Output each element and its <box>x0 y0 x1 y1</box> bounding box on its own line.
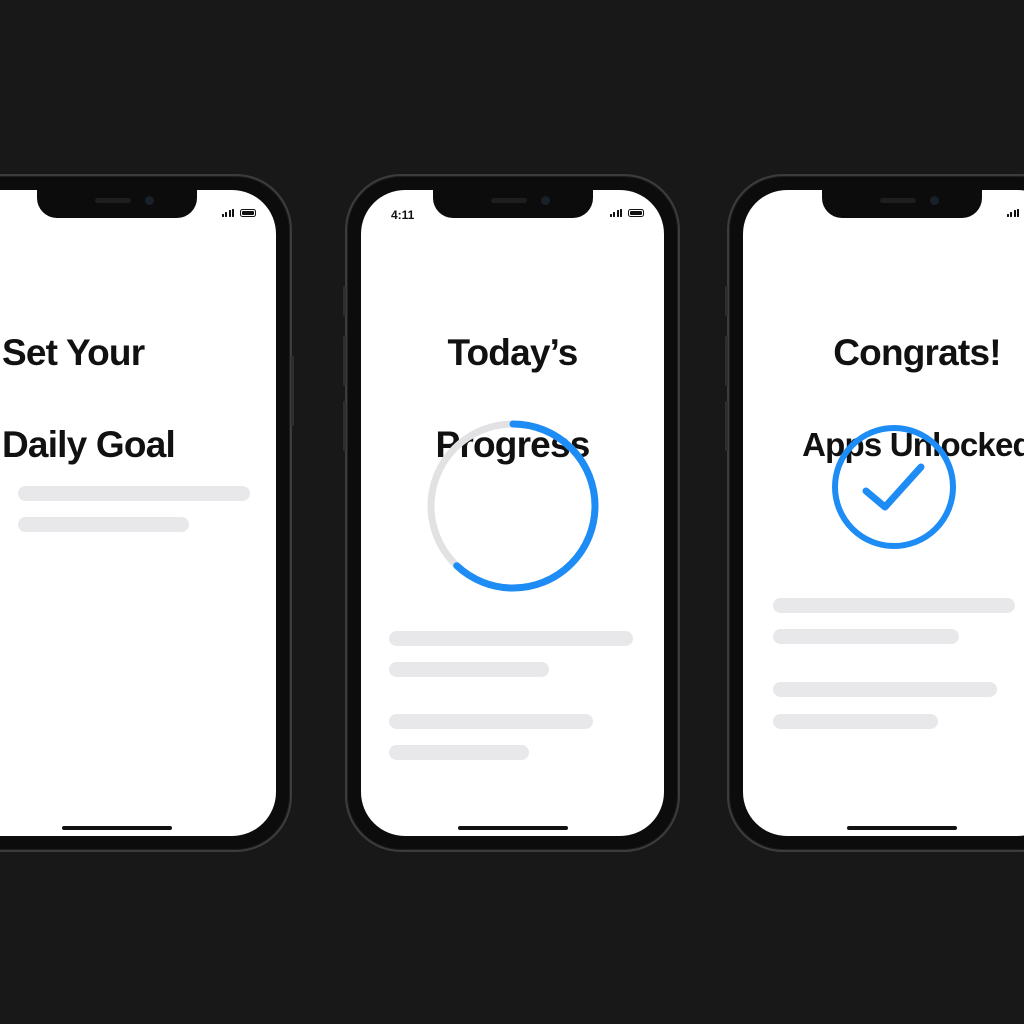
text-placeholder <box>773 598 1015 613</box>
title-line-1: Congrats! <box>833 332 1001 373</box>
text-placeholder <box>389 631 633 646</box>
phone-apps-unlocked: Congrats! Apps Unlocked <box>725 174 1024 852</box>
notch <box>432 190 593 218</box>
status-time: 4:11 <box>391 208 415 222</box>
signal-icon <box>609 209 622 217</box>
status-bar-right <box>609 209 644 217</box>
text-placeholder <box>773 629 959 644</box>
screen-set-goal: Set Your Daily Goal <box>0 190 276 836</box>
speaker <box>880 198 916 203</box>
checkmark-circle-icon <box>832 425 956 549</box>
home-indicator[interactable] <box>847 826 957 830</box>
front-camera <box>540 196 550 205</box>
status-bar-right <box>1006 209 1024 217</box>
text-placeholder <box>389 745 529 760</box>
side-button <box>343 286 346 316</box>
phone-set-goal: Set Your Daily Goal <box>0 174 294 852</box>
signal-icon <box>221 209 234 217</box>
signal-icon <box>1006 209 1019 217</box>
notch <box>37 190 197 218</box>
phone-todays-progress: 4:11 Today’s Progress <box>343 174 680 852</box>
notch <box>822 190 982 218</box>
side-button <box>291 356 294 426</box>
side-button <box>343 401 346 451</box>
battery-icon <box>628 209 644 217</box>
title-line-1: Set Your <box>2 332 145 373</box>
progress-ring <box>427 420 599 592</box>
page-title: Set Your Daily Goal <box>2 284 176 514</box>
text-placeholder <box>389 662 549 677</box>
home-indicator[interactable] <box>457 826 568 830</box>
check-circle-outline <box>832 425 956 549</box>
text-placeholder <box>773 714 938 729</box>
home-indicator[interactable] <box>62 826 172 830</box>
speaker <box>490 198 527 203</box>
side-button <box>725 286 728 316</box>
status-bar-right <box>221 209 256 217</box>
checkmark-icon <box>862 463 925 511</box>
stage: Set Your Daily Goal 4:11 Today’s Progres… <box>0 0 1024 1024</box>
side-button <box>725 336 728 386</box>
title-line-1: Today’s <box>447 332 578 373</box>
speaker <box>95 198 131 203</box>
screen-todays-progress: 4:11 Today’s Progress <box>361 190 664 836</box>
front-camera <box>145 196 154 205</box>
screen-apps-unlocked: Congrats! Apps Unlocked <box>743 190 1024 836</box>
text-placeholder <box>389 714 593 729</box>
title-line-2: Daily Goal <box>2 424 176 465</box>
text-placeholder <box>18 517 189 532</box>
side-button <box>343 336 346 386</box>
text-placeholder <box>18 486 250 501</box>
side-button <box>725 401 728 451</box>
front-camera <box>930 196 939 205</box>
battery-icon <box>240 209 256 217</box>
text-placeholder <box>773 682 997 697</box>
